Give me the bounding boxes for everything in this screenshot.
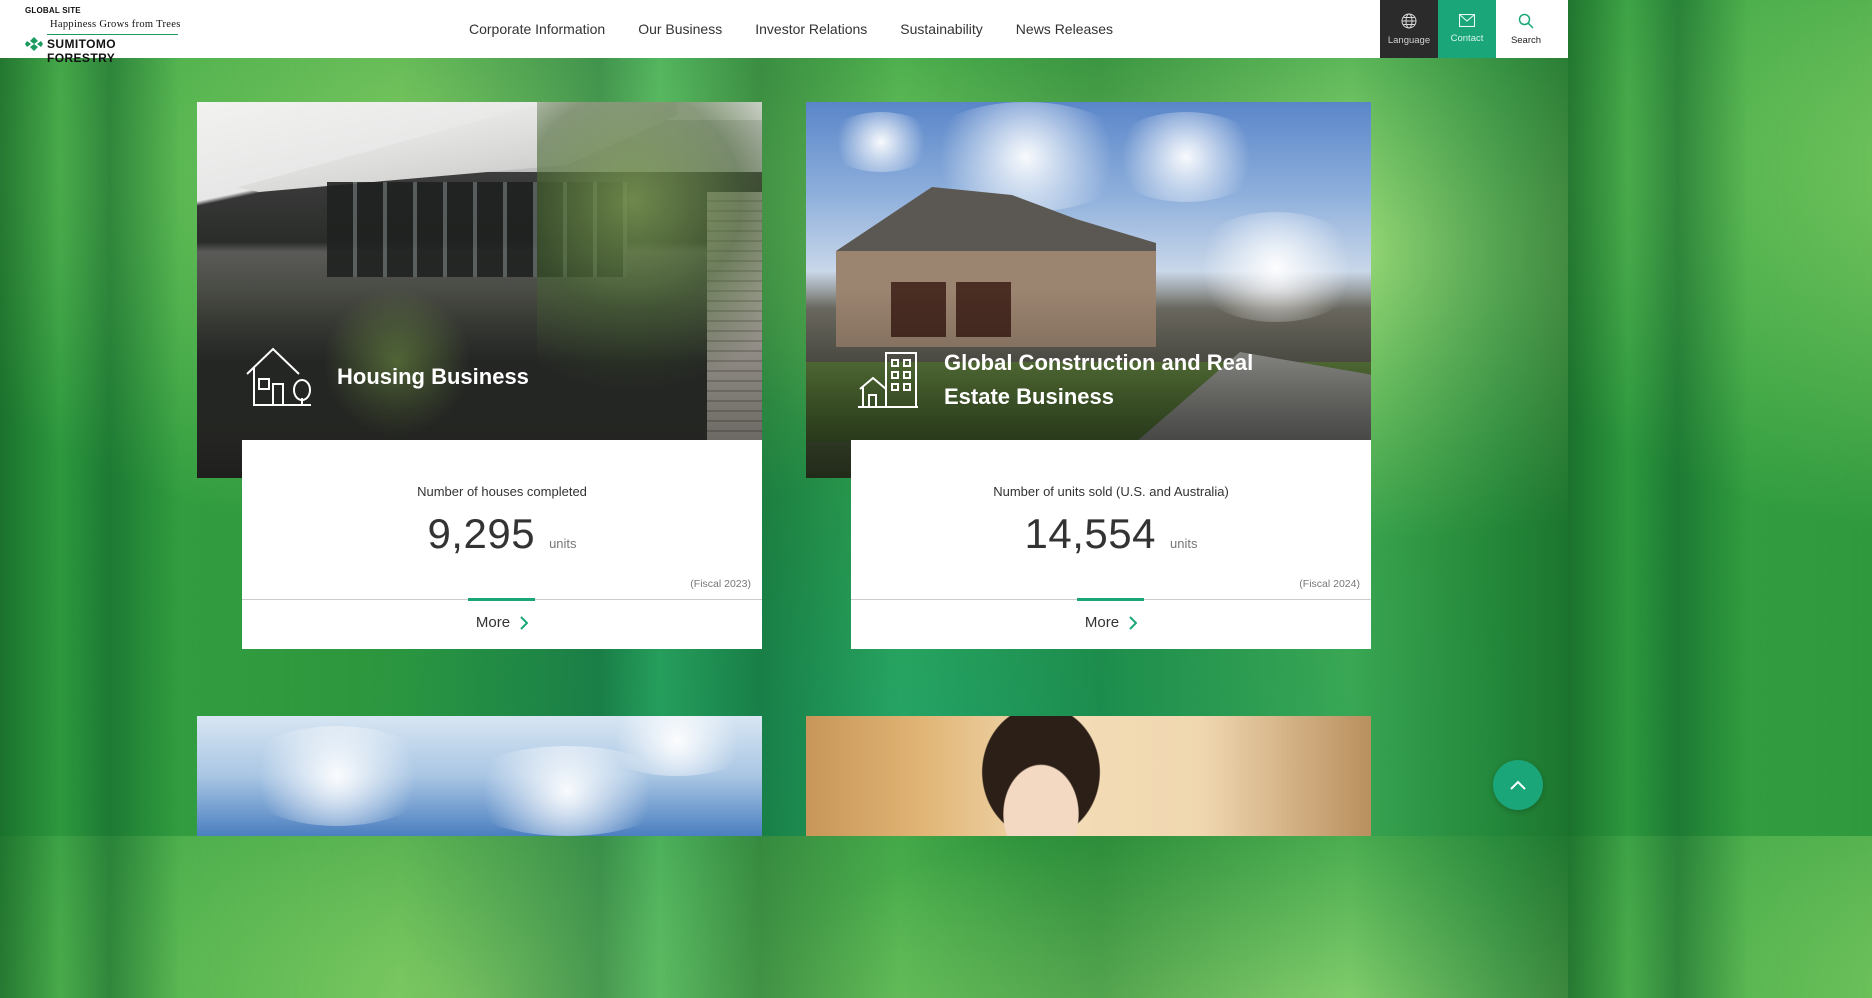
back-to-top-button[interactable] bbox=[1493, 760, 1543, 810]
housing-photo bbox=[197, 102, 762, 478]
housing-accent-bar bbox=[468, 598, 535, 601]
house-icon bbox=[246, 347, 311, 406]
main-nav: Corporate Information Our Business Inves… bbox=[469, 0, 1146, 58]
chevron-right-icon bbox=[520, 615, 529, 630]
people-card[interactable] bbox=[806, 716, 1371, 836]
housing-unit: units bbox=[549, 536, 577, 551]
global-fiscal: (Fiscal 2024) bbox=[1299, 578, 1360, 590]
global-site-label: GLOBAL SITE bbox=[25, 6, 81, 15]
logo-company-name: SUMITOMO FORESTRY bbox=[47, 37, 116, 65]
housing-more-link[interactable]: More bbox=[242, 614, 762, 631]
housing-fiscal: (Fiscal 2023) bbox=[690, 578, 751, 590]
housing-value: 9,295 bbox=[427, 510, 536, 557]
nav-sustainability[interactable]: Sustainability bbox=[900, 21, 983, 37]
contact-button[interactable]: Contact bbox=[1438, 0, 1496, 58]
logo-tagline: Happiness Grows from Trees bbox=[50, 19, 181, 30]
housing-business-card: Housing Business Number of houses comple… bbox=[197, 102, 762, 649]
housing-title: Housing Business bbox=[337, 364, 529, 389]
chevron-right-icon bbox=[1129, 615, 1138, 630]
mail-icon bbox=[1459, 14, 1475, 27]
site-logo[interactable]: GLOBAL SITE Happiness Grows from Trees S… bbox=[25, 4, 185, 65]
nav-news-releases[interactable]: News Releases bbox=[1016, 21, 1113, 37]
building-icon bbox=[858, 352, 918, 408]
housing-stats-panel: Number of houses completed 9,295 units (… bbox=[242, 440, 762, 649]
sky-photo bbox=[197, 716, 762, 836]
language-button[interactable]: Language bbox=[1380, 0, 1438, 58]
global-unit: units bbox=[1170, 536, 1198, 551]
global-construction-card: Global Construction and Real Estate Busi… bbox=[806, 102, 1371, 649]
globe-icon bbox=[1401, 13, 1417, 28]
contact-label: Contact bbox=[1450, 33, 1484, 44]
housing-more-label: More bbox=[475, 614, 511, 631]
global-more-link[interactable]: More bbox=[851, 614, 1371, 631]
chevron-up-icon bbox=[1510, 780, 1526, 790]
language-label: Language bbox=[1387, 34, 1431, 46]
global-value: 14,554 bbox=[1024, 510, 1156, 557]
global-stats-panel: Number of units sold (U.S. and Australia… bbox=[851, 440, 1371, 649]
global-accent-bar bbox=[1077, 598, 1144, 601]
nav-corporate-information[interactable]: Corporate Information bbox=[469, 21, 605, 37]
global-title: Global Construction and Real Estate Busi… bbox=[944, 350, 1254, 409]
site-header: GLOBAL SITE Happiness Grows from Trees S… bbox=[0, 0, 1568, 65]
housing-metric-label: Number of houses completed bbox=[417, 484, 587, 499]
nav-our-business[interactable]: Our Business bbox=[638, 21, 722, 37]
global-construction-photo bbox=[806, 102, 1371, 478]
global-metric-label: Number of units sold (U.S. and Australia… bbox=[993, 484, 1229, 499]
logo-rule bbox=[47, 34, 178, 35]
woman-photo bbox=[806, 716, 1371, 836]
nav-investor-relations[interactable]: Investor Relations bbox=[755, 21, 867, 37]
search-label: Search bbox=[1510, 34, 1542, 46]
global-more-label: More bbox=[1084, 614, 1120, 631]
housing-title-row[interactable]: Housing Business bbox=[245, 346, 529, 408]
search-button[interactable]: Search bbox=[1497, 0, 1555, 58]
housing-stat: 9,295 units bbox=[242, 510, 762, 558]
search-icon bbox=[1518, 13, 1534, 29]
global-stat: 14,554 units bbox=[851, 510, 1371, 558]
global-title-row[interactable]: Global Construction and Real Estate Busi… bbox=[858, 346, 1358, 414]
sky-business-card[interactable] bbox=[197, 716, 762, 836]
logo-leaf-icon bbox=[25, 37, 43, 51]
